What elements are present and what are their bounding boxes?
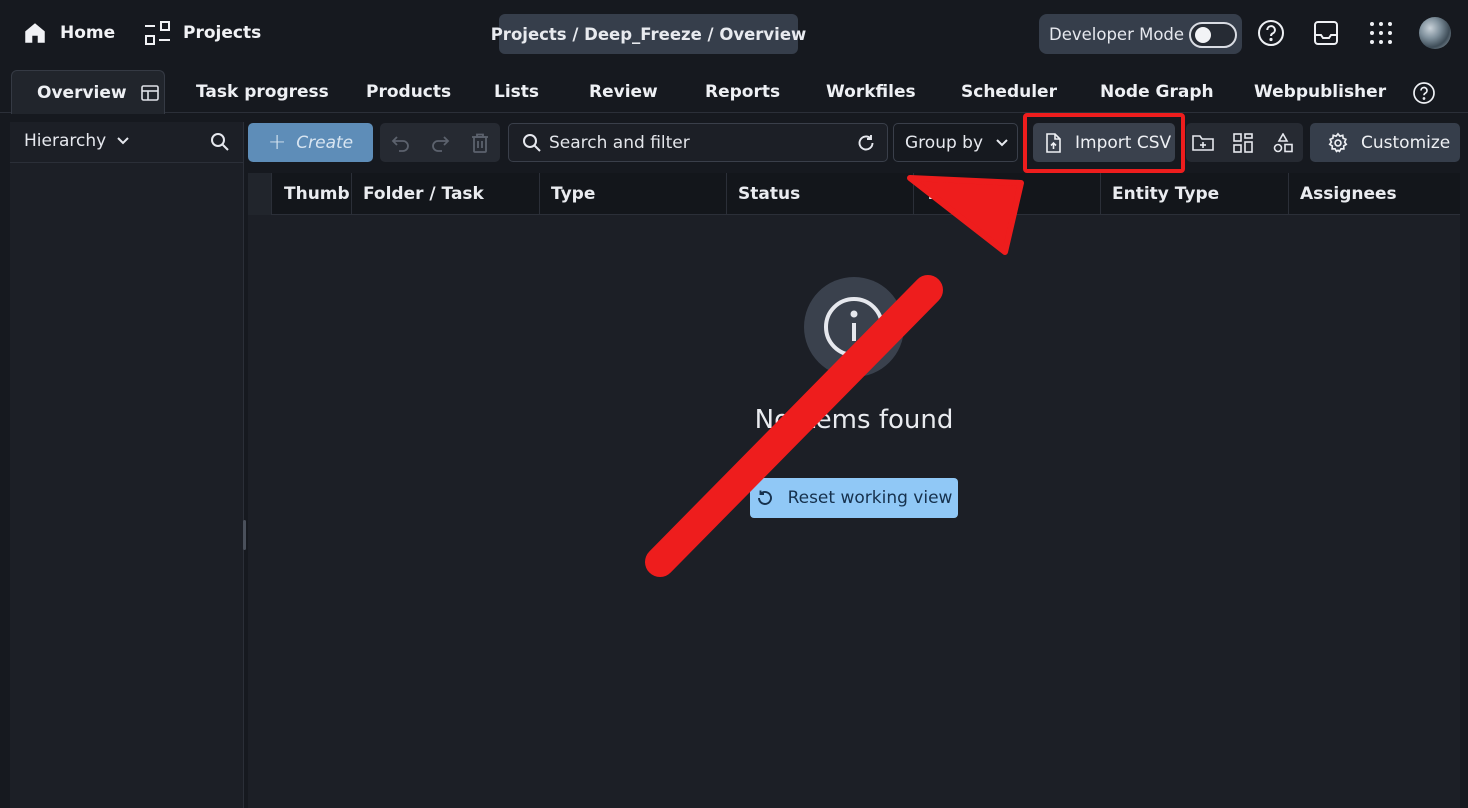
tab-reports[interactable]: Reports xyxy=(705,70,780,114)
history-button-group xyxy=(380,123,500,162)
tab-bar: Overview Task progress Products Lists Re… xyxy=(0,66,1468,114)
tab-workfiles[interactable]: Workfiles xyxy=(826,70,916,114)
hierarchy-label: Hierarchy xyxy=(24,131,107,151)
tab-webpublisher[interactable]: Webpublisher xyxy=(1254,70,1386,114)
column-header-folder-task[interactable]: Folder / Task xyxy=(352,173,540,215)
plus-icon: + xyxy=(267,129,287,155)
home-icon xyxy=(22,20,48,46)
redo-icon[interactable] xyxy=(429,132,451,154)
tab-scheduler[interactable]: Scheduler xyxy=(961,70,1057,114)
undo-icon[interactable] xyxy=(390,132,412,154)
import-csv-label: Import CSV xyxy=(1075,132,1172,153)
column-header-type[interactable]: Type xyxy=(540,173,727,215)
view-button-group xyxy=(1186,123,1303,162)
tab-lists[interactable]: Lists xyxy=(494,70,539,114)
column-header-assignees[interactable]: Assignees xyxy=(1289,173,1460,215)
create-button[interactable]: + Create xyxy=(248,123,373,162)
sidebar-resize-handle[interactable] xyxy=(243,520,246,550)
projects-link[interactable]: Projects xyxy=(144,16,261,50)
chevron-down-icon xyxy=(116,136,130,146)
developer-mode-toggle[interactable] xyxy=(1189,22,1237,48)
search-input[interactable] xyxy=(549,132,849,154)
projects-label: Projects xyxy=(183,23,262,43)
developer-mode-switch[interactable]: Developer Mode xyxy=(1039,14,1242,54)
breadcrumb[interactable]: Projects / Deep_Freeze / Overview xyxy=(491,14,806,54)
customize-label: Customize xyxy=(1361,132,1451,153)
home-label: Home xyxy=(60,23,116,43)
shapes-icon[interactable] xyxy=(1272,132,1294,154)
top-bar: Home Projects Projects / Deep_Freeze / O… xyxy=(0,0,1468,66)
projects-icon xyxy=(144,20,171,46)
search-filter-bar[interactable] xyxy=(508,123,888,162)
inbox-icon[interactable] xyxy=(1312,19,1340,47)
home-link[interactable]: Home xyxy=(22,16,115,50)
row-selector-column[interactable] xyxy=(248,173,272,215)
avatar[interactable] xyxy=(1419,17,1451,49)
column-header-thumbnail[interactable]: Thumbnail xyxy=(273,173,352,215)
reset-icon xyxy=(756,489,774,507)
create-label: Create xyxy=(296,132,354,153)
gear-icon xyxy=(1327,132,1349,154)
group-by-label: Group by xyxy=(905,132,984,153)
apps-grid-icon[interactable] xyxy=(1367,19,1395,47)
column-header-status[interactable]: Status xyxy=(727,173,914,215)
customize-button[interactable]: Customize xyxy=(1310,123,1460,162)
grid-view-icon[interactable] xyxy=(1232,132,1254,154)
refresh-icon[interactable] xyxy=(857,134,875,152)
help-icon[interactable] xyxy=(1412,81,1436,105)
tab-node-graph[interactable]: Node Graph xyxy=(1100,70,1214,114)
search-icon[interactable] xyxy=(210,132,230,152)
empty-state-message: No items found xyxy=(754,405,954,435)
tab-label: Overview xyxy=(37,82,127,103)
tab-task-progress[interactable]: Task progress xyxy=(196,70,329,114)
info-icon xyxy=(804,277,904,377)
sidebar-header: Hierarchy xyxy=(10,122,244,163)
file-upload-icon xyxy=(1045,132,1061,153)
layout-icon[interactable] xyxy=(140,84,159,101)
tab-review[interactable]: Review xyxy=(589,70,658,114)
help-icon[interactable] xyxy=(1257,19,1285,47)
group-by-dropdown[interactable]: Group by xyxy=(893,123,1018,162)
hierarchy-sidebar: Hierarchy xyxy=(10,122,244,808)
delete-icon[interactable] xyxy=(469,132,491,154)
search-icon xyxy=(522,133,542,153)
table-header: Thumbnail Folder / Task Type Status Tags… xyxy=(248,173,1460,215)
reset-working-view-label: Reset working view xyxy=(787,488,953,508)
chevron-down-icon xyxy=(995,138,1009,148)
tab-overview[interactable]: Overview xyxy=(11,70,165,114)
new-folder-icon[interactable] xyxy=(1192,132,1214,154)
reset-working-view-button[interactable]: Reset working view xyxy=(750,478,958,518)
column-header-entity-type[interactable]: Entity Type xyxy=(1101,173,1289,215)
import-csv-button[interactable]: Import CSV xyxy=(1033,123,1175,162)
tab-products[interactable]: Products xyxy=(366,70,451,114)
developer-mode-label: Developer Mode xyxy=(1049,24,1185,44)
hierarchy-dropdown[interactable]: Hierarchy xyxy=(24,131,130,151)
column-header-tags[interactable]: Tags xyxy=(914,173,1101,215)
